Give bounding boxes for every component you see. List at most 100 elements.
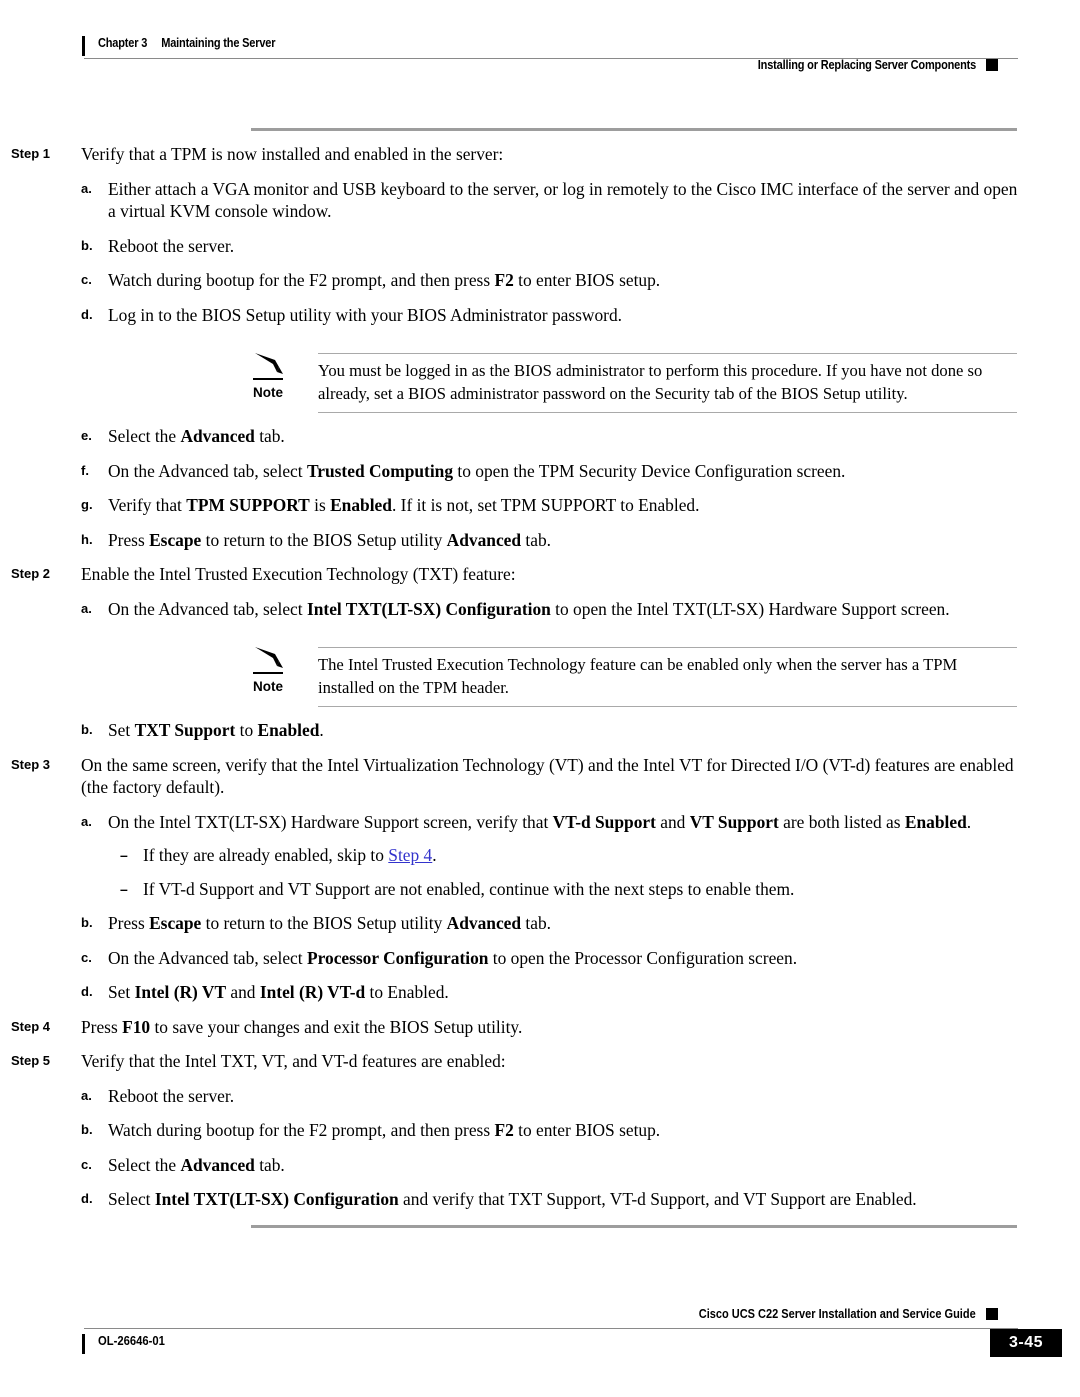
text-run: and verify that TXT Support, VT-d Suppor… [398, 1189, 917, 1209]
header-left-tick [82, 36, 85, 56]
step5-item-c-text: Select the Advanced tab. [108, 1154, 1080, 1177]
list-marker-g: g. [81, 497, 93, 512]
note-rule-bottom-1 [318, 412, 1017, 413]
list-marker-d: d. [81, 306, 93, 322]
note-rule-bottom-2 [318, 706, 1017, 707]
text-run: Press [81, 1016, 123, 1037]
list-marker-d: d. [81, 984, 93, 999]
step1-item-e: e. Select the Advanced tab. [81, 425, 1080, 448]
text-run: to return to the BIOS Setup utility [201, 529, 447, 550]
step1-item-c-text: Watch during bootup for the F2 prompt, a… [108, 269, 1080, 292]
text-run: to enter BIOS setup. [513, 270, 661, 290]
list-marker-b: b. [81, 237, 93, 253]
step-text-2: Enable the Intel Trusted Execution Techn… [81, 564, 516, 584]
footer-square-marker-icon [986, 1308, 998, 1320]
value-enabled: Enabled [257, 720, 320, 740]
step3-item-a-text: On the Intel TXT(LT-SX) Hardware Support… [108, 811, 1080, 834]
text-run: On the Advanced tab, select [108, 598, 307, 619]
header-chapter-title: Maintaining the Server [161, 36, 276, 50]
text-run: Press [108, 529, 150, 550]
note-text-1: You must be logged in as the BIOS admini… [318, 361, 983, 403]
setting-intel-vt: Intel (R) VT [134, 982, 227, 1002]
keycap-f2: F2 [494, 1120, 514, 1140]
step3-item-b-text: Press Escape to return to the BIOS Setup… [108, 912, 1080, 935]
menu-trusted-computing: Trusted Computing [306, 460, 454, 481]
text-run: Press [108, 913, 150, 933]
text-run: Verify that [108, 495, 187, 515]
step1-item-b-text: Reboot the server. [108, 235, 235, 256]
text-run: to [235, 720, 258, 740]
header-section-area: Installing or Replacing Server Component… [728, 58, 998, 72]
step5-item-a-text: Reboot the server. [108, 1085, 235, 1106]
step-label-3: Step 3 [11, 756, 51, 772]
pencil-icon [255, 647, 283, 668]
text-run: On the Advanced tab, select [108, 460, 307, 481]
text-run: Watch during bootup for the F2 prompt, a… [108, 270, 495, 290]
step3-dash-item-2: – If VT-d Support and VT Support are not… [120, 878, 1080, 901]
step1-item-a: a. Either attach a VGA monitor and USB k… [81, 178, 1080, 223]
text-run: to enter BIOS setup. [513, 1120, 661, 1140]
list-marker-d: d. [81, 1191, 93, 1206]
step3-item-d-text: Set Intel (R) VT and Intel (R) VT-d to E… [108, 981, 1080, 1004]
setting-vtd-support: VT-d Support [552, 811, 656, 832]
text-run: Select [108, 1189, 155, 1209]
keycap-f10: F10 [122, 1016, 151, 1037]
footer-guide-title: Cisco UCS C22 Server Installation and Se… [699, 1307, 976, 1321]
step3-dash-item-1: – If they are already enabled, skip to S… [120, 844, 1080, 867]
step1-item-a-text: Either attach a VGA monitor and USB keyb… [108, 178, 1018, 222]
step1-item-d-text: Log in to the BIOS Setup utility with yo… [108, 304, 622, 325]
text-run: to return to the BIOS Setup utility [201, 913, 447, 933]
step-row-3: Step 3 On the same screen, verify that t… [0, 754, 1080, 799]
keycap-f2: F2 [494, 270, 514, 290]
dash-bullet-icon: – [120, 880, 128, 897]
tab-name-advanced: Advanced [446, 529, 522, 550]
list-marker-b: b. [81, 722, 93, 737]
footer-left-tick [82, 1334, 85, 1354]
text-run: to open the Processor Configuration scre… [488, 947, 798, 968]
cross-reference-step4[interactable]: Step 4 [388, 845, 432, 865]
tab-name-advanced: Advanced [446, 913, 522, 933]
text-run: to save your changes and exit the BIOS S… [150, 1016, 523, 1037]
value-enabled: Enabled [330, 495, 392, 515]
text-run: tab. [254, 1154, 285, 1175]
step-row-2: Step 2 Enable the Intel Trusted Executio… [0, 563, 1080, 586]
list-marker-a: a. [81, 1087, 92, 1103]
step1-item-g: g. Verify that TPM SUPPORT is Enabled. I… [81, 494, 1080, 517]
note-text-2: The Intel Trusted Execution Technology f… [318, 655, 958, 697]
step3-dash-item-2-text: If VT-d Support and VT Support are not e… [143, 878, 795, 899]
step5-item-b: b. Watch during bootup for the F2 prompt… [81, 1119, 1080, 1142]
content-top-rule [251, 128, 1017, 131]
step-label-4: Step 4 [11, 1018, 51, 1034]
note-icon-underline [253, 672, 283, 674]
header-square-marker-icon [986, 59, 998, 71]
step-text-5: Verify that the Intel TXT, VT, and VT-d … [81, 1051, 506, 1071]
step2-item-a-text: On the Advanced tab, select Intel TXT(LT… [108, 598, 1080, 621]
text-run: and [226, 982, 260, 1002]
step5-item-c: c. Select the Advanced tab. [81, 1154, 1080, 1177]
list-marker-c: c. [81, 1156, 92, 1172]
step5-item-d: d. Select Intel TXT(LT-SX) Configuration… [81, 1188, 1080, 1211]
tab-name-advanced: Advanced [180, 426, 255, 446]
text-run: . [432, 845, 437, 865]
list-marker-a: a. [81, 600, 92, 616]
text-run: tab. [254, 426, 285, 446]
menu-intel-txt-configuration: Intel TXT(LT-SX) Configuration [154, 1189, 399, 1209]
list-marker-b: b. [81, 1122, 93, 1137]
text-run: tab. [521, 913, 552, 933]
step2-item-b: b. Set TXT Support to Enabled. [81, 719, 1080, 742]
text-run: tab. [521, 529, 552, 550]
list-marker-b: b. [81, 915, 93, 930]
step-text-4: Press F10 to save your changes and exit … [81, 1016, 1080, 1039]
text-run: On the Advanced tab, select [108, 947, 307, 968]
step1-item-f: f. On the Advanced tab, select Trusted C… [81, 460, 1080, 483]
note-icon-underline [253, 378, 283, 380]
page-footer: Cisco UCS C22 Server Installation and Se… [0, 1287, 1080, 1397]
list-marker-c: c. [81, 949, 92, 965]
step3-item-c: c. On the Advanced tab, select Processor… [81, 947, 1080, 970]
step-text-3: On the same screen, verify that the Inte… [81, 754, 1014, 798]
footer-guide-area: Cisco UCS C22 Server Installation and Se… [661, 1307, 998, 1321]
step-label-2: Step 2 [11, 566, 51, 581]
text-run: to open the Intel TXT(LT-SX) Hardware Su… [550, 598, 950, 619]
setting-txt-support: TXT Support [134, 720, 236, 740]
footer-rule [84, 1328, 1018, 1329]
